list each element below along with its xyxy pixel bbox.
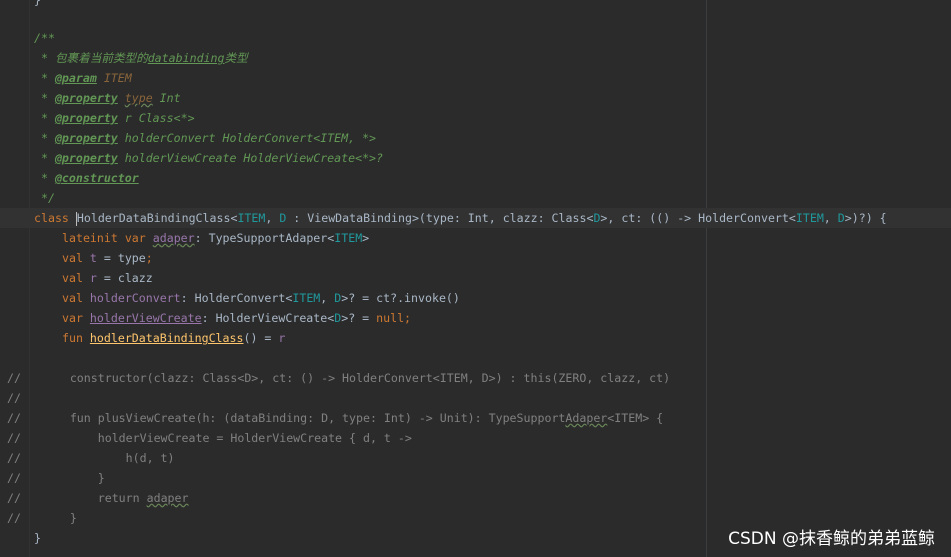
- code-line: val holderConvert: HolderConvert<ITEM, D…: [62, 288, 460, 308]
- code-line: // }: [7, 468, 105, 488]
- code-token: @constructor: [54, 171, 139, 185]
- code-token: : HolderConvert<: [180, 291, 293, 305]
- code-token: >)?) {: [844, 211, 887, 225]
- code-token: ;: [145, 251, 153, 265]
- code-token: @property: [54, 111, 118, 125]
- code-token: r Class<*>: [117, 111, 195, 125]
- code-line: // }: [7, 508, 77, 528]
- code-token: ,: [823, 211, 838, 225]
- code-token: @property: [54, 151, 118, 165]
- code-token: //: [7, 391, 21, 405]
- code-line: * @param ITEM: [34, 71, 132, 85]
- code-token: t: [89, 251, 97, 265]
- right-margin-guide: [706, 0, 707, 557]
- code-token: // h(d, t): [7, 451, 175, 465]
- code-token: // return: [7, 491, 147, 505]
- code-line: /**: [34, 28, 55, 48]
- code-line: var holderViewCreate: HolderViewCreate<D…: [62, 308, 411, 328]
- watermark: CSDN @抹香鲸的弟弟蓝鲸: [728, 529, 935, 549]
- code-token: holderConvert: [89, 291, 181, 305]
- code-token: >: [362, 231, 370, 245]
- code-token: val: [62, 251, 90, 265]
- code-line: // holderViewCreate = HolderViewCreate {…: [7, 428, 412, 448]
- code-token: () =: [243, 331, 279, 345]
- code-line: //: [7, 388, 21, 408]
- code-token: ITEM: [237, 211, 266, 225]
- code-line: // return adaper: [7, 488, 189, 508]
- code-token: r: [89, 271, 97, 285]
- code-token: @param: [54, 71, 97, 85]
- code-line: fun hodlerDataBindingClass() = r: [62, 328, 285, 348]
- code-token: ITEM: [96, 71, 132, 85]
- code-token: val: [62, 291, 90, 305]
- code-line: * @property r Class<*>: [34, 111, 195, 125]
- code-token: : HolderViewCreate<: [201, 311, 335, 325]
- code-token: }: [34, 0, 41, 7]
- code-token: type: [124, 91, 153, 105]
- code-token: lateinit var: [62, 231, 153, 245]
- code-token: : TypeSupportAdaper<: [194, 231, 335, 245]
- code-token: ITEM: [795, 211, 824, 225]
- code-token: holderConvert HolderConvert<ITEM, *>: [117, 131, 377, 145]
- code-token: databinding: [147, 51, 225, 65]
- code-token: */: [40, 191, 55, 205]
- code-token: adaper: [152, 231, 195, 245]
- code-token: val: [62, 271, 90, 285]
- code-token: adaper: [146, 491, 189, 505]
- code-token: @property: [54, 131, 118, 145]
- code-line: // constructor(clazz: Class<D>, ct: () -…: [7, 368, 670, 388]
- code-token: ,: [265, 211, 280, 225]
- code-token: hodlerDataBindingClass: [89, 331, 244, 345]
- code-token: = clazz: [96, 271, 153, 285]
- code-token: >, ct: (() -> HolderConvert<: [600, 211, 796, 225]
- code-token: fun: [62, 331, 90, 345]
- code-token: r: [278, 331, 286, 345]
- code-line: * @property holderConvert HolderConvert<…: [34, 131, 377, 145]
- code-line: class HolderDataBindingClass<ITEM, D : V…: [34, 208, 887, 228]
- code-token: 类型: [224, 51, 248, 65]
- code-token: /**: [34, 31, 55, 45]
- code-line: // h(d, t): [7, 448, 175, 468]
- code-token: Adaper: [565, 411, 608, 425]
- code-token: ITEM: [334, 231, 363, 245]
- code-line: * 包裹着当前类型的databinding类型: [34, 48, 248, 68]
- code-token: null: [376, 311, 405, 325]
- code-line: * @property holderViewCreate HolderViewC…: [34, 151, 384, 165]
- code-token: holderViewCreate HolderViewCreate<*>?: [117, 151, 384, 165]
- code-token: ,: [320, 291, 335, 305]
- code-token: @property: [54, 91, 118, 105]
- code-token: = type: [96, 251, 146, 265]
- code-token: holderViewCreate: [89, 311, 202, 325]
- code-token: : ViewDataBinding>(type: Int, clazz: Cla…: [286, 211, 594, 225]
- code-token: }: [34, 531, 41, 545]
- code-token: >? = ct?.invoke(): [341, 291, 460, 305]
- code-token: ;: [404, 311, 412, 325]
- code-line: }: [34, 528, 41, 548]
- code-token: * 包裹着当前类型的: [34, 51, 148, 65]
- code-line: val r = clazz: [62, 268, 153, 288]
- code-line: lateinit var adaper: TypeSupportAdaper<I…: [62, 228, 369, 248]
- code-line: * @property type Int: [34, 91, 181, 105]
- code-token: var: [62, 311, 90, 325]
- code-token: <ITEM> {: [607, 411, 664, 425]
- code-editor[interactable]: } /** * 包裹着当前类型的databinding类型 * @param I…: [0, 0, 951, 557]
- code-token: // constructor(clazz: Class<D>, ct: () -…: [7, 371, 671, 385]
- code-token: Int: [152, 91, 181, 105]
- code-token: HolderDataBindingClass: [76, 211, 231, 225]
- code-line: * @constructor: [34, 171, 139, 185]
- code-token: ITEM: [292, 291, 321, 305]
- code-token: >? =: [341, 311, 377, 325]
- code-token: class: [34, 211, 76, 225]
- code-line: val t = type;: [62, 248, 153, 268]
- code-token: // }: [7, 511, 77, 525]
- code-line: */: [34, 188, 55, 208]
- code-token: // fun plusViewCreate(h: (dataBinding: D…: [7, 411, 566, 425]
- code-token: // }: [7, 471, 105, 485]
- code-line: }: [34, 0, 41, 10]
- code-token: D: [837, 211, 845, 225]
- code-line: // fun plusViewCreate(h: (dataBinding: D…: [7, 408, 663, 428]
- code-token: // holderViewCreate = HolderViewCreate {…: [7, 431, 412, 445]
